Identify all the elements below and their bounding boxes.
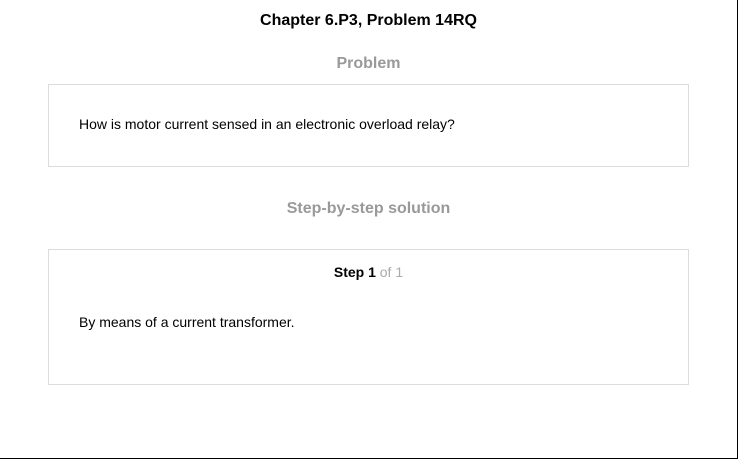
step-label: Step 1 of 1 bbox=[49, 264, 688, 280]
step-card: Step 1 of 1 By means of a current transf… bbox=[48, 249, 689, 385]
page-title: Chapter 6.P3, Problem 14RQ bbox=[260, 12, 477, 29]
page: Chapter 6.P3, Problem 14RQ Problem How i… bbox=[0, 0, 738, 459]
problem-card: How is motor current sensed in an electr… bbox=[48, 84, 689, 167]
problem-text: How is motor current sensed in an electr… bbox=[79, 116, 455, 132]
step-total: of 1 bbox=[379, 264, 404, 280]
solution-heading: Step-by-step solution bbox=[286, 200, 451, 217]
step-number: Step 1 bbox=[333, 264, 380, 280]
problem-heading: Problem bbox=[336, 55, 401, 72]
step-text: By means of a current transformer. bbox=[79, 314, 295, 330]
